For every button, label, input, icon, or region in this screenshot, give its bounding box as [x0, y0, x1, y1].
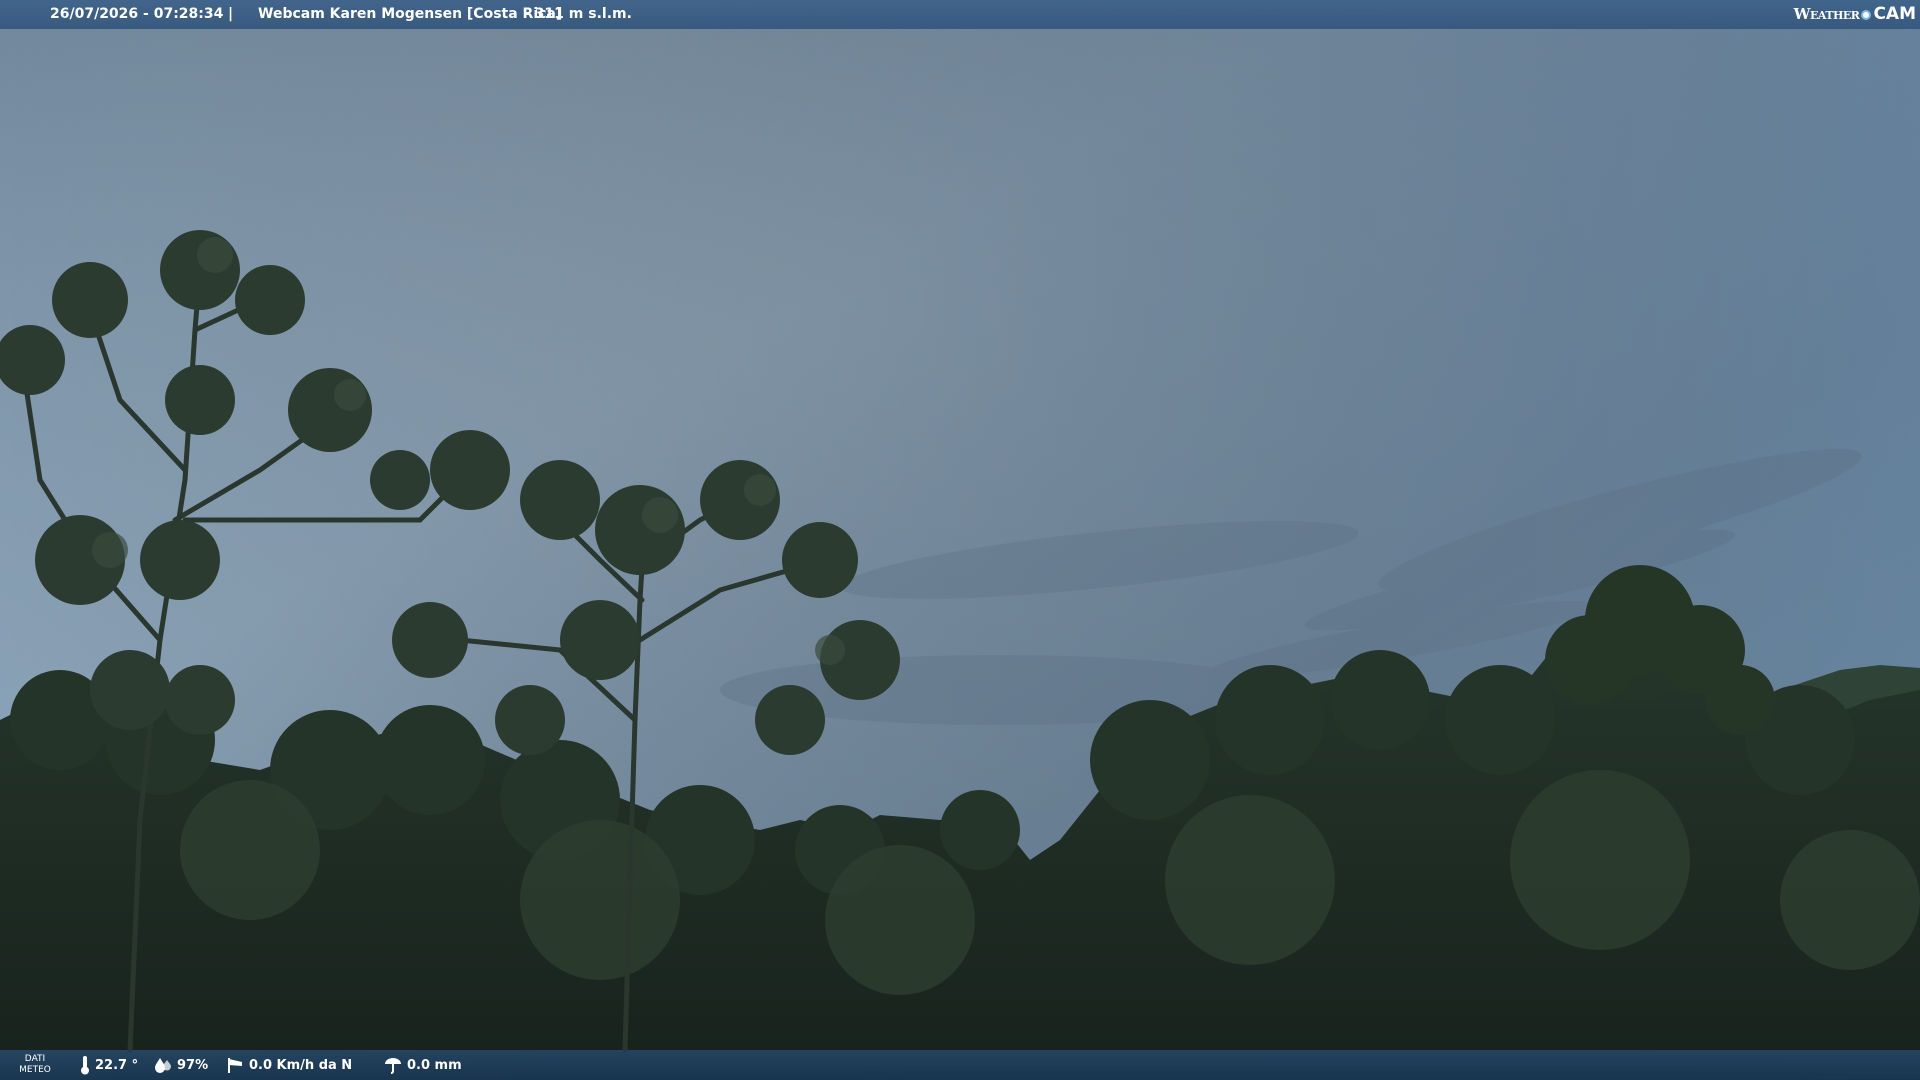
- thermometer-icon: [81, 1056, 89, 1075]
- weather-data-bar: DATI METEO 22.7 ° 97% 0.0 Km/h da N 0.0 …: [0, 1050, 1920, 1080]
- humidity-value: 97%: [177, 1057, 209, 1073]
- rain-metric: 0.0 mm: [384, 1050, 462, 1080]
- temperature-metric: 22.7 °: [80, 1050, 138, 1080]
- webcam-header-bar: 26/07/2026 - 07:28:34 | Webcam Karen Mog…: [0, 0, 1920, 29]
- wind-metric: 0.0 Km/h da N: [226, 1050, 352, 1080]
- weather-data-label-line2: METEO: [19, 1065, 51, 1075]
- capture-datetime: 26/07/2026 - 07:28:34: [50, 6, 224, 22]
- rain-value: 0.0 mm: [407, 1057, 462, 1073]
- webcam-frame: 26/07/2026 - 07:28:34 | Webcam Karen Mog…: [0, 0, 1920, 1080]
- rain-gauge-icon: [385, 1058, 401, 1074]
- humidity-metric: 97%: [154, 1050, 208, 1080]
- wind-value: 0.0 Km/h da N: [249, 1057, 353, 1073]
- logo-dot-icon: [1861, 9, 1872, 20]
- webcam-altitude: - 311 m s.l.m.: [524, 6, 632, 22]
- wind-sock-icon: [228, 1058, 242, 1073]
- logo-text-weather: Weather: [1793, 5, 1860, 23]
- weather-data-label: DATI METEO: [18, 1054, 52, 1076]
- temperature-value: 22.7 °: [95, 1057, 139, 1073]
- header-separator: |: [228, 6, 234, 22]
- weathercam-logo[interactable]: Weather CAM: [1794, 0, 1916, 29]
- weather-data-label-line1: DATI: [24, 1054, 46, 1064]
- logo-text-cam: CAM: [1873, 4, 1916, 24]
- webcam-title: Webcam Karen Mogensen [Costa Rica]: [258, 6, 563, 22]
- webcam-image: [0, 0, 1920, 1080]
- humidity-drops-icon: [155, 1058, 171, 1073]
